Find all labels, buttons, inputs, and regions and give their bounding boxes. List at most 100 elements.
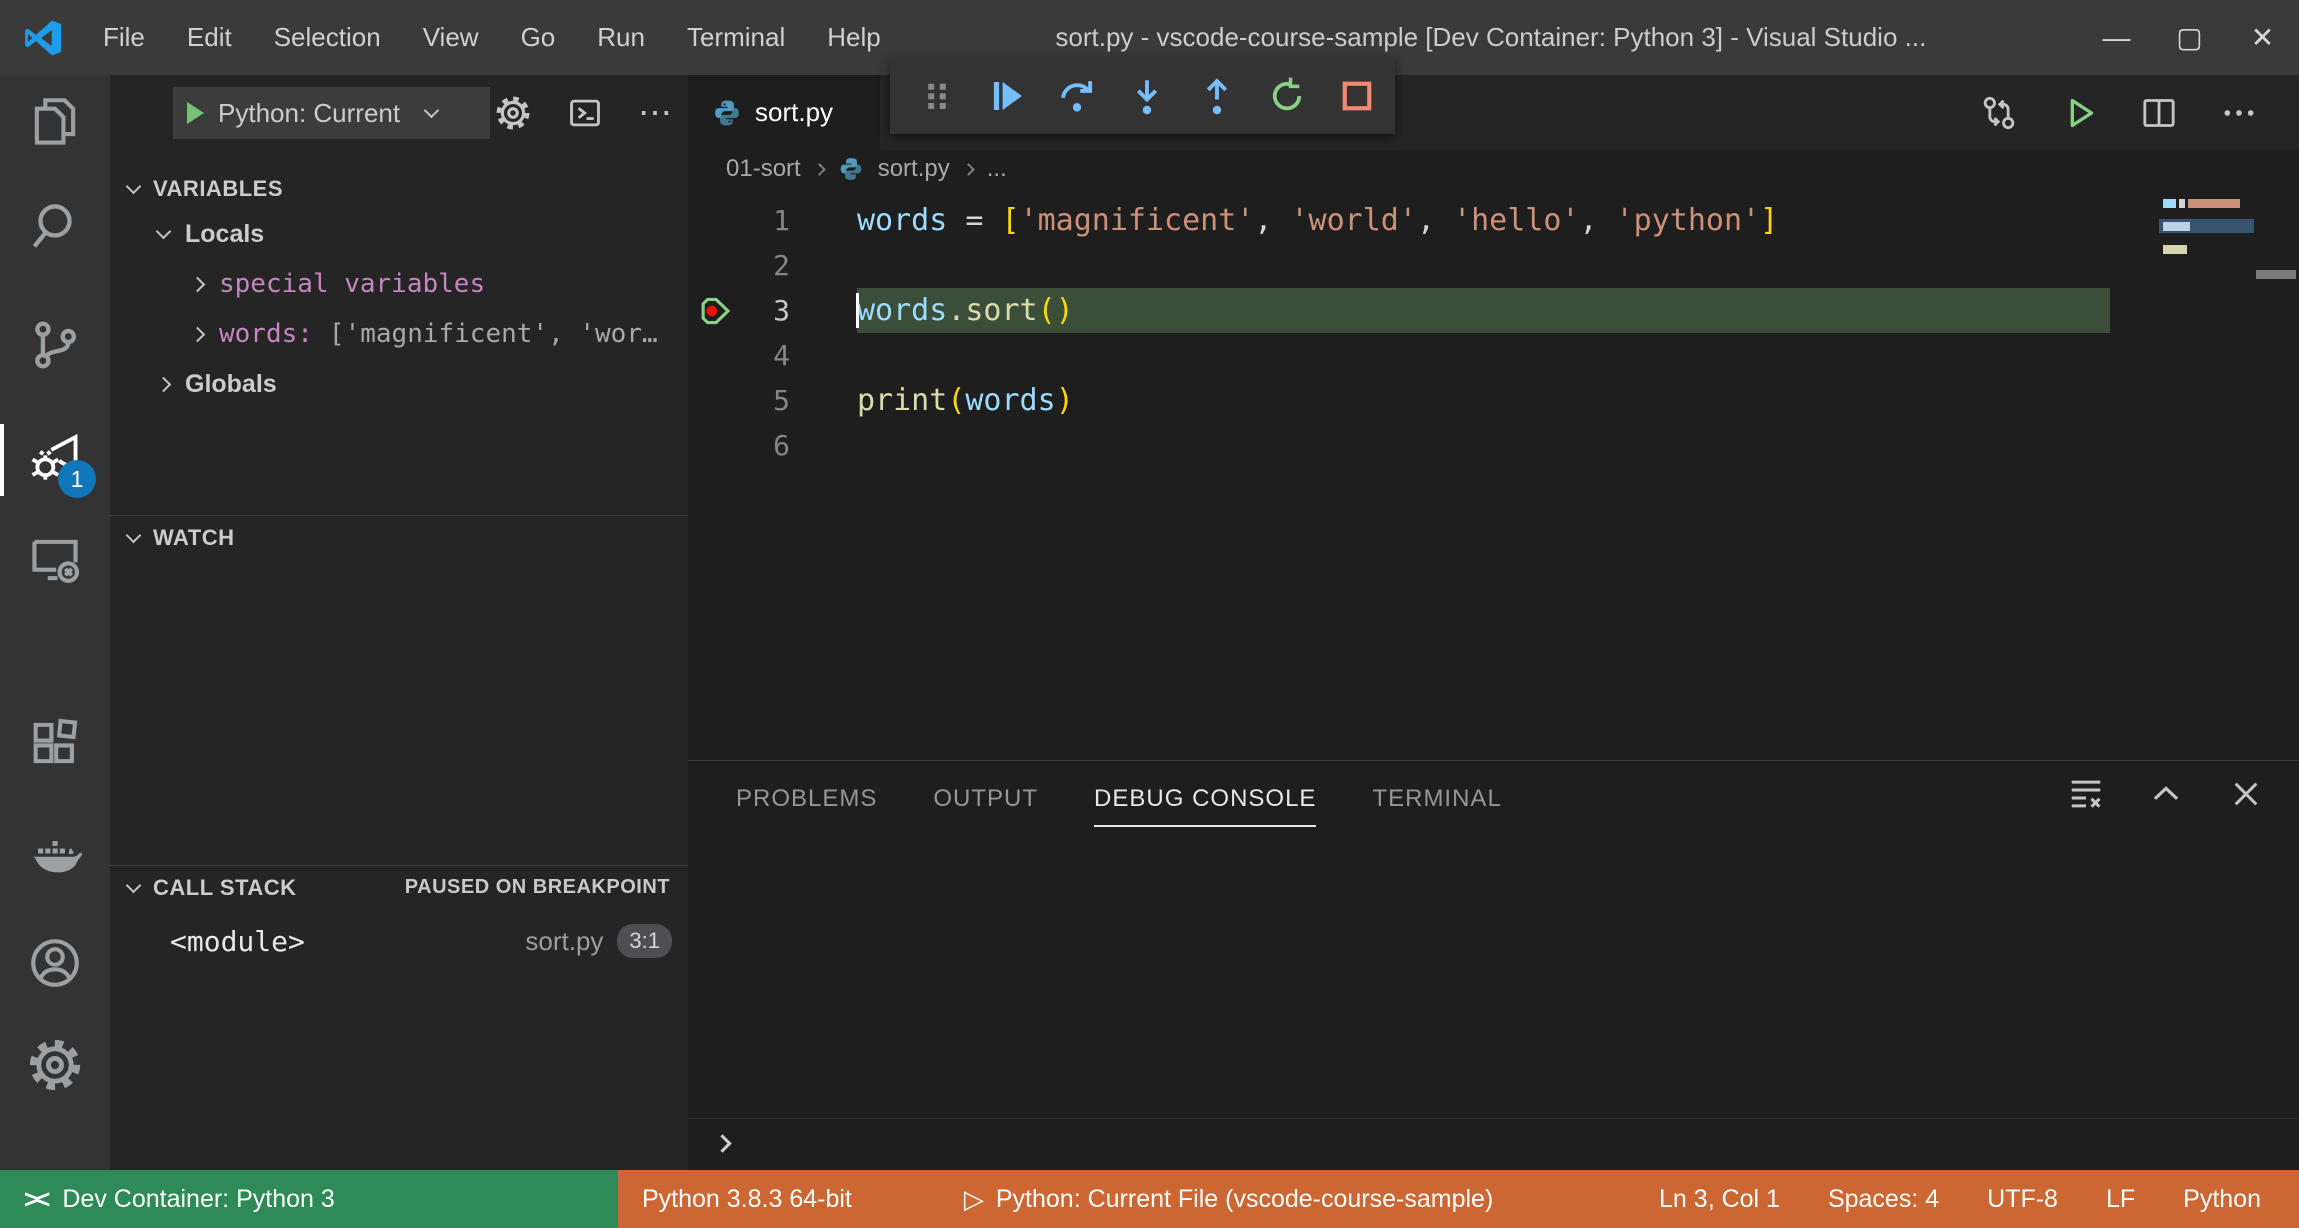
tree-item-globals[interactable]: Globals (110, 359, 688, 409)
breadcrumb-folder[interactable]: 01-sort (726, 155, 801, 183)
tree-item-words-variable[interactable]: words: ['magnificent', 'wor… (110, 309, 688, 359)
menu-file[interactable]: File (82, 0, 166, 75)
sidebar-item-run-and-debug[interactable]: 1 (0, 420, 110, 500)
minimize-button[interactable]: — (2080, 0, 2153, 75)
remote-explorer-icon (32, 539, 80, 583)
line-number: 1 (773, 204, 790, 237)
encoding-label: UTF-8 (1987, 1184, 2058, 1213)
frame-position-badge: 3:1 (617, 924, 672, 958)
menu-terminal[interactable]: Terminal (666, 0, 806, 75)
call-stack-section-header[interactable]: CALL STACK PAUSED ON BREAKPOINT (110, 865, 688, 909)
sidebar-item-extensions[interactable] (0, 703, 110, 783)
launch-config-dropdown[interactable]: Python: Current (173, 87, 490, 139)
toolbar-drag-handle[interactable] (914, 74, 959, 119)
tab-problems[interactable]: PROBLEMS (736, 785, 877, 827)
tree-item-locals[interactable]: Locals (110, 209, 688, 259)
step-into-button[interactable] (1124, 74, 1169, 119)
extensions-icon (33, 718, 78, 764)
tab-terminal[interactable]: TERMINAL (1372, 785, 1501, 827)
vscode-logo-icon (25, 20, 62, 55)
restart-icon (1272, 77, 1301, 111)
paused-on-breakpoint-status: PAUSED ON BREAKPOINT (404, 876, 670, 898)
panel-actions (2067, 775, 2265, 813)
remote-icon: >< (24, 1183, 50, 1214)
menu-selection[interactable]: Selection (253, 0, 402, 75)
menu-help[interactable]: Help (806, 0, 901, 75)
frame-file: sort.py (525, 925, 604, 956)
sidebar-item-accounts[interactable] (0, 923, 110, 1003)
sidebar-item-explorer[interactable] (0, 82, 110, 162)
menu-view[interactable]: View (402, 0, 500, 75)
run-python-file-icon[interactable] (2059, 93, 2099, 133)
sidebar-item-search[interactable] (0, 187, 110, 267)
minimap[interactable] (2159, 195, 2254, 273)
activity-bar: 1 (0, 75, 110, 1170)
stop-icon (1342, 81, 1371, 111)
overview-ruler-marker[interactable] (2256, 270, 2296, 279)
tab-output[interactable]: OUTPUT (933, 785, 1038, 827)
chevron-right-icon (155, 376, 172, 392)
code-text: words = ['magnificent', 'world', 'hello'… (857, 203, 1779, 238)
line-number: 5 (773, 384, 790, 417)
breakpoint-paused-icon[interactable] (696, 292, 734, 330)
remote-label: Dev Container: Python 3 (62, 1184, 335, 1213)
cursor-position-item[interactable]: Ln 3, Col 1 (1635, 1170, 1804, 1228)
variables-title: VARIABLES (153, 176, 283, 201)
code-line-2: 2 (688, 243, 2299, 288)
line-number: 6 (773, 429, 790, 462)
sidebar-item-settings[interactable] (0, 1025, 110, 1105)
menu-edit[interactable]: Edit (166, 0, 253, 75)
maximize-button[interactable]: ▢ (2153, 0, 2226, 75)
chevron-down-icon (125, 527, 142, 543)
python-interpreter-item[interactable]: Python 3.8.3 64-bit (618, 1170, 876, 1228)
restart-button[interactable] (1264, 74, 1309, 119)
panel-tab-bar: PROBLEMS OUTPUT DEBUG CONSOLE TERMINAL (688, 761, 2299, 827)
code-line-6: 6 (688, 423, 2299, 468)
step-out-button[interactable] (1194, 74, 1239, 119)
sidebar-item-remote-explorer[interactable] (0, 520, 110, 600)
more-actions-icon[interactable] (2219, 93, 2259, 133)
breadcrumb-symbol[interactable]: ... (987, 155, 1007, 183)
eol-item[interactable]: LF (2082, 1170, 2159, 1228)
sidebar-item-docker[interactable] (0, 815, 110, 895)
editor-group: sort.py 01-sort sort.py ... 1 words = ['… (688, 75, 2299, 760)
open-changes-icon[interactable] (1979, 93, 2019, 133)
more-actions-icon[interactable]: ⋯ (638, 96, 672, 130)
breadcrumb-file[interactable]: sort.py (878, 155, 950, 183)
interpreter-label: Python 3.8.3 64-bit (642, 1184, 852, 1213)
tab-debug-console[interactable]: DEBUG CONSOLE (1094, 785, 1317, 827)
indentation-item[interactable]: Spaces: 4 (1804, 1170, 1963, 1228)
call-stack-frame-row[interactable]: <module> sort.py 3:1 (110, 915, 688, 967)
step-over-icon (1060, 81, 1092, 112)
tab-label: sort.py (755, 97, 834, 127)
step-over-button[interactable] (1054, 74, 1099, 119)
debug-config-label: Python: Current File (vscode-course-samp… (995, 1184, 1494, 1213)
eol-label: LF (2105, 1184, 2136, 1213)
continue-button[interactable] (984, 74, 1029, 119)
encoding-item[interactable]: UTF-8 (1963, 1170, 2082, 1228)
step-out-icon (1206, 78, 1227, 115)
open-debug-console-icon[interactable] (566, 94, 604, 132)
sidebar-item-source-control[interactable] (0, 305, 110, 385)
close-panel-icon[interactable] (2227, 775, 2265, 813)
menu-run[interactable]: Run (576, 0, 666, 75)
tree-item-special-variables[interactable]: special variables (110, 259, 688, 309)
watch-section-header[interactable]: WATCH (110, 515, 688, 559)
stop-button[interactable] (1334, 74, 1379, 119)
debug-console-input[interactable] (688, 1118, 2299, 1168)
language-mode-item[interactable]: Python (2159, 1170, 2285, 1228)
variables-section-header[interactable]: VARIABLES (110, 169, 688, 209)
close-button[interactable]: ✕ (2226, 0, 2299, 75)
debug-config-item[interactable]: ▷ Python: Current File (vscode-course-sa… (940, 1170, 1517, 1228)
menu-go[interactable]: Go (500, 0, 577, 75)
code-editor[interactable]: 1 words = ['magnificent', 'world', 'hell… (688, 188, 2299, 760)
maximize-panel-icon[interactable] (2147, 775, 2185, 813)
split-editor-icon[interactable] (2139, 93, 2179, 133)
remote-indicator[interactable]: >< Dev Container: Python 3 (0, 1170, 618, 1228)
line-number: 2 (773, 249, 790, 282)
clear-console-icon[interactable] (2067, 775, 2105, 813)
chevron-right-icon (189, 326, 206, 342)
gear-icon[interactable] (494, 94, 532, 132)
tab-sort-py[interactable]: sort.py (688, 75, 880, 150)
start-debugging-icon[interactable] (187, 102, 204, 124)
